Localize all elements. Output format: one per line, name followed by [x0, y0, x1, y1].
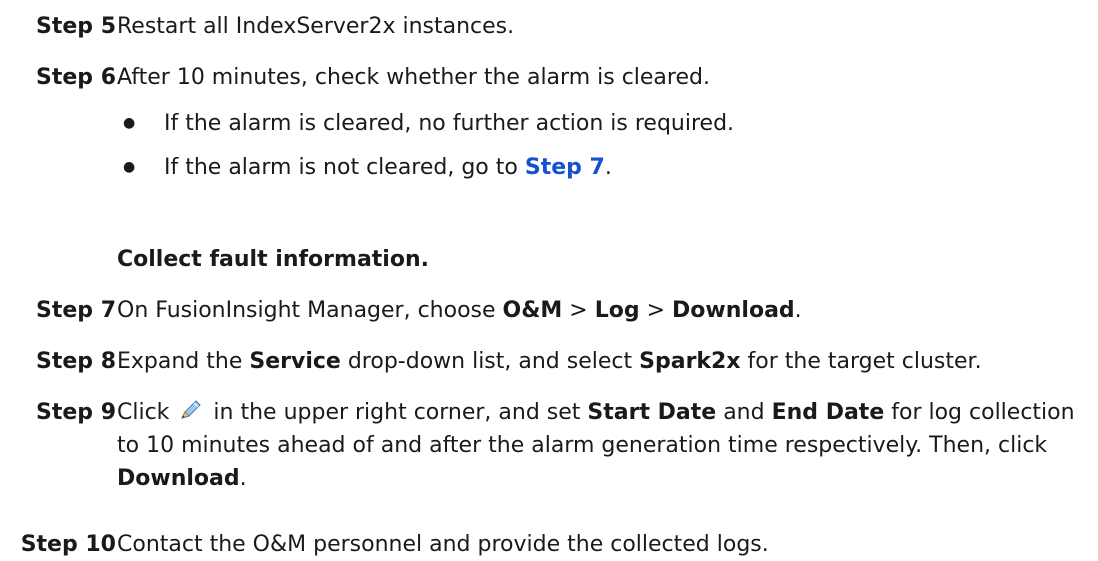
section-heading: Collect fault information. [117, 247, 429, 272]
menu-path-log: Log [594, 298, 640, 323]
download-term: Download [117, 466, 240, 491]
text-part: Expand the [117, 349, 250, 374]
menu-path-om: O&M [502, 298, 563, 323]
text-part: . [794, 298, 802, 323]
text-part: On FusionInsight Manager, choose [117, 298, 503, 323]
step-label: Step 8 [36, 349, 116, 374]
bullet-icon: ● [123, 159, 136, 175]
text-part: drop-down list, and select [340, 349, 640, 374]
procedure-document: Step 5 Restart all IndexServer2x instanc… [0, 0, 1098, 557]
step-text: Click in the upper right corner, and set… [117, 396, 1077, 495]
menu-path-download: Download [672, 298, 795, 323]
text-part: in the upper right corner, and set [213, 400, 588, 425]
text-part: > [639, 298, 673, 323]
bullet-icon: ● [123, 115, 136, 131]
text-part: > [562, 298, 595, 323]
text-part: and [716, 400, 772, 425]
list-item-text-part: If the alarm is not cleared, go to [164, 155, 525, 180]
step-text: After 10 minutes, check whether the alar… [117, 65, 710, 90]
step-text: Contact the O&M personnel and provide th… [117, 532, 769, 557]
list-item-text: If the alarm is not cleared, go to Step … [164, 151, 612, 184]
text-part: for the target cluster. [740, 349, 982, 374]
step-7-link[interactable]: Step 7 [525, 155, 605, 180]
step-text: On FusionInsight Manager, choose O&M > L… [117, 294, 1077, 327]
spark2x-term: Spark2x [639, 349, 741, 374]
step-text: Restart all IndexServer2x instances. [117, 14, 515, 39]
step-label: Step 10 [20, 532, 116, 557]
list-item-text-part: . [604, 155, 612, 180]
start-date-term: Start Date [587, 400, 717, 425]
list-item-text: If the alarm is cleared, no further acti… [164, 111, 735, 136]
text-part: Click [117, 400, 170, 425]
end-date-term: End Date [771, 400, 885, 425]
step-label: Step 7 [36, 298, 116, 323]
step-text: Expand the Service drop-down list, and s… [117, 345, 1077, 378]
service-term: Service [249, 349, 341, 374]
text-part: . [239, 466, 247, 491]
pencil-icon [178, 398, 202, 420]
step-label: Step 5 [36, 14, 116, 39]
step-label: Step 6 [36, 65, 116, 90]
step-label: Step 9 [36, 400, 116, 425]
